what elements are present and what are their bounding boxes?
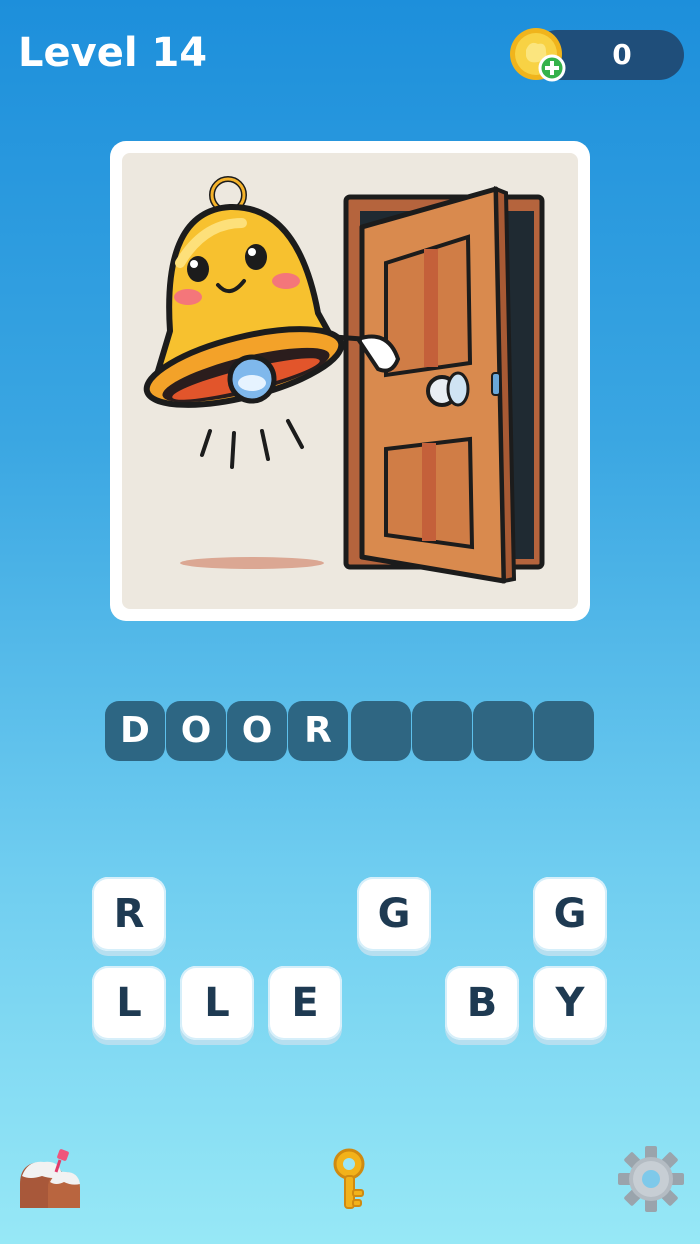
letter-tile[interactable]: R bbox=[92, 877, 166, 951]
answer-slot[interactable]: R bbox=[288, 701, 348, 761]
letter-tile[interactable]: G bbox=[533, 877, 607, 951]
gear-icon[interactable] bbox=[616, 1144, 686, 1214]
answer-slot[interactable] bbox=[534, 701, 594, 761]
level-title: Level 14 bbox=[18, 30, 208, 76]
letter-tile[interactable]: G bbox=[357, 877, 431, 951]
picture-frame bbox=[122, 153, 578, 609]
letter-tile[interactable]: Y bbox=[533, 966, 607, 1040]
letter-tile[interactable]: L bbox=[180, 966, 254, 1040]
answer-slot[interactable]: O bbox=[227, 701, 287, 761]
bell-door-illustration bbox=[143, 176, 545, 584]
letter-tile[interactable]: E bbox=[268, 966, 342, 1040]
answer-slot[interactable]: D bbox=[105, 701, 165, 761]
answer-slot[interactable]: O bbox=[166, 701, 226, 761]
shop-icon[interactable] bbox=[14, 1144, 84, 1214]
answer-slot[interactable] bbox=[473, 701, 533, 761]
coin-count: 0 bbox=[612, 38, 632, 71]
coin-plus-icon[interactable] bbox=[508, 24, 570, 86]
answer-slot[interactable] bbox=[351, 701, 411, 761]
letter-tile[interactable]: L bbox=[92, 966, 166, 1040]
letter-tile[interactable]: B bbox=[445, 966, 519, 1040]
answer-slot[interactable] bbox=[412, 701, 472, 761]
picture-card bbox=[110, 141, 590, 621]
key-icon[interactable] bbox=[326, 1146, 372, 1214]
